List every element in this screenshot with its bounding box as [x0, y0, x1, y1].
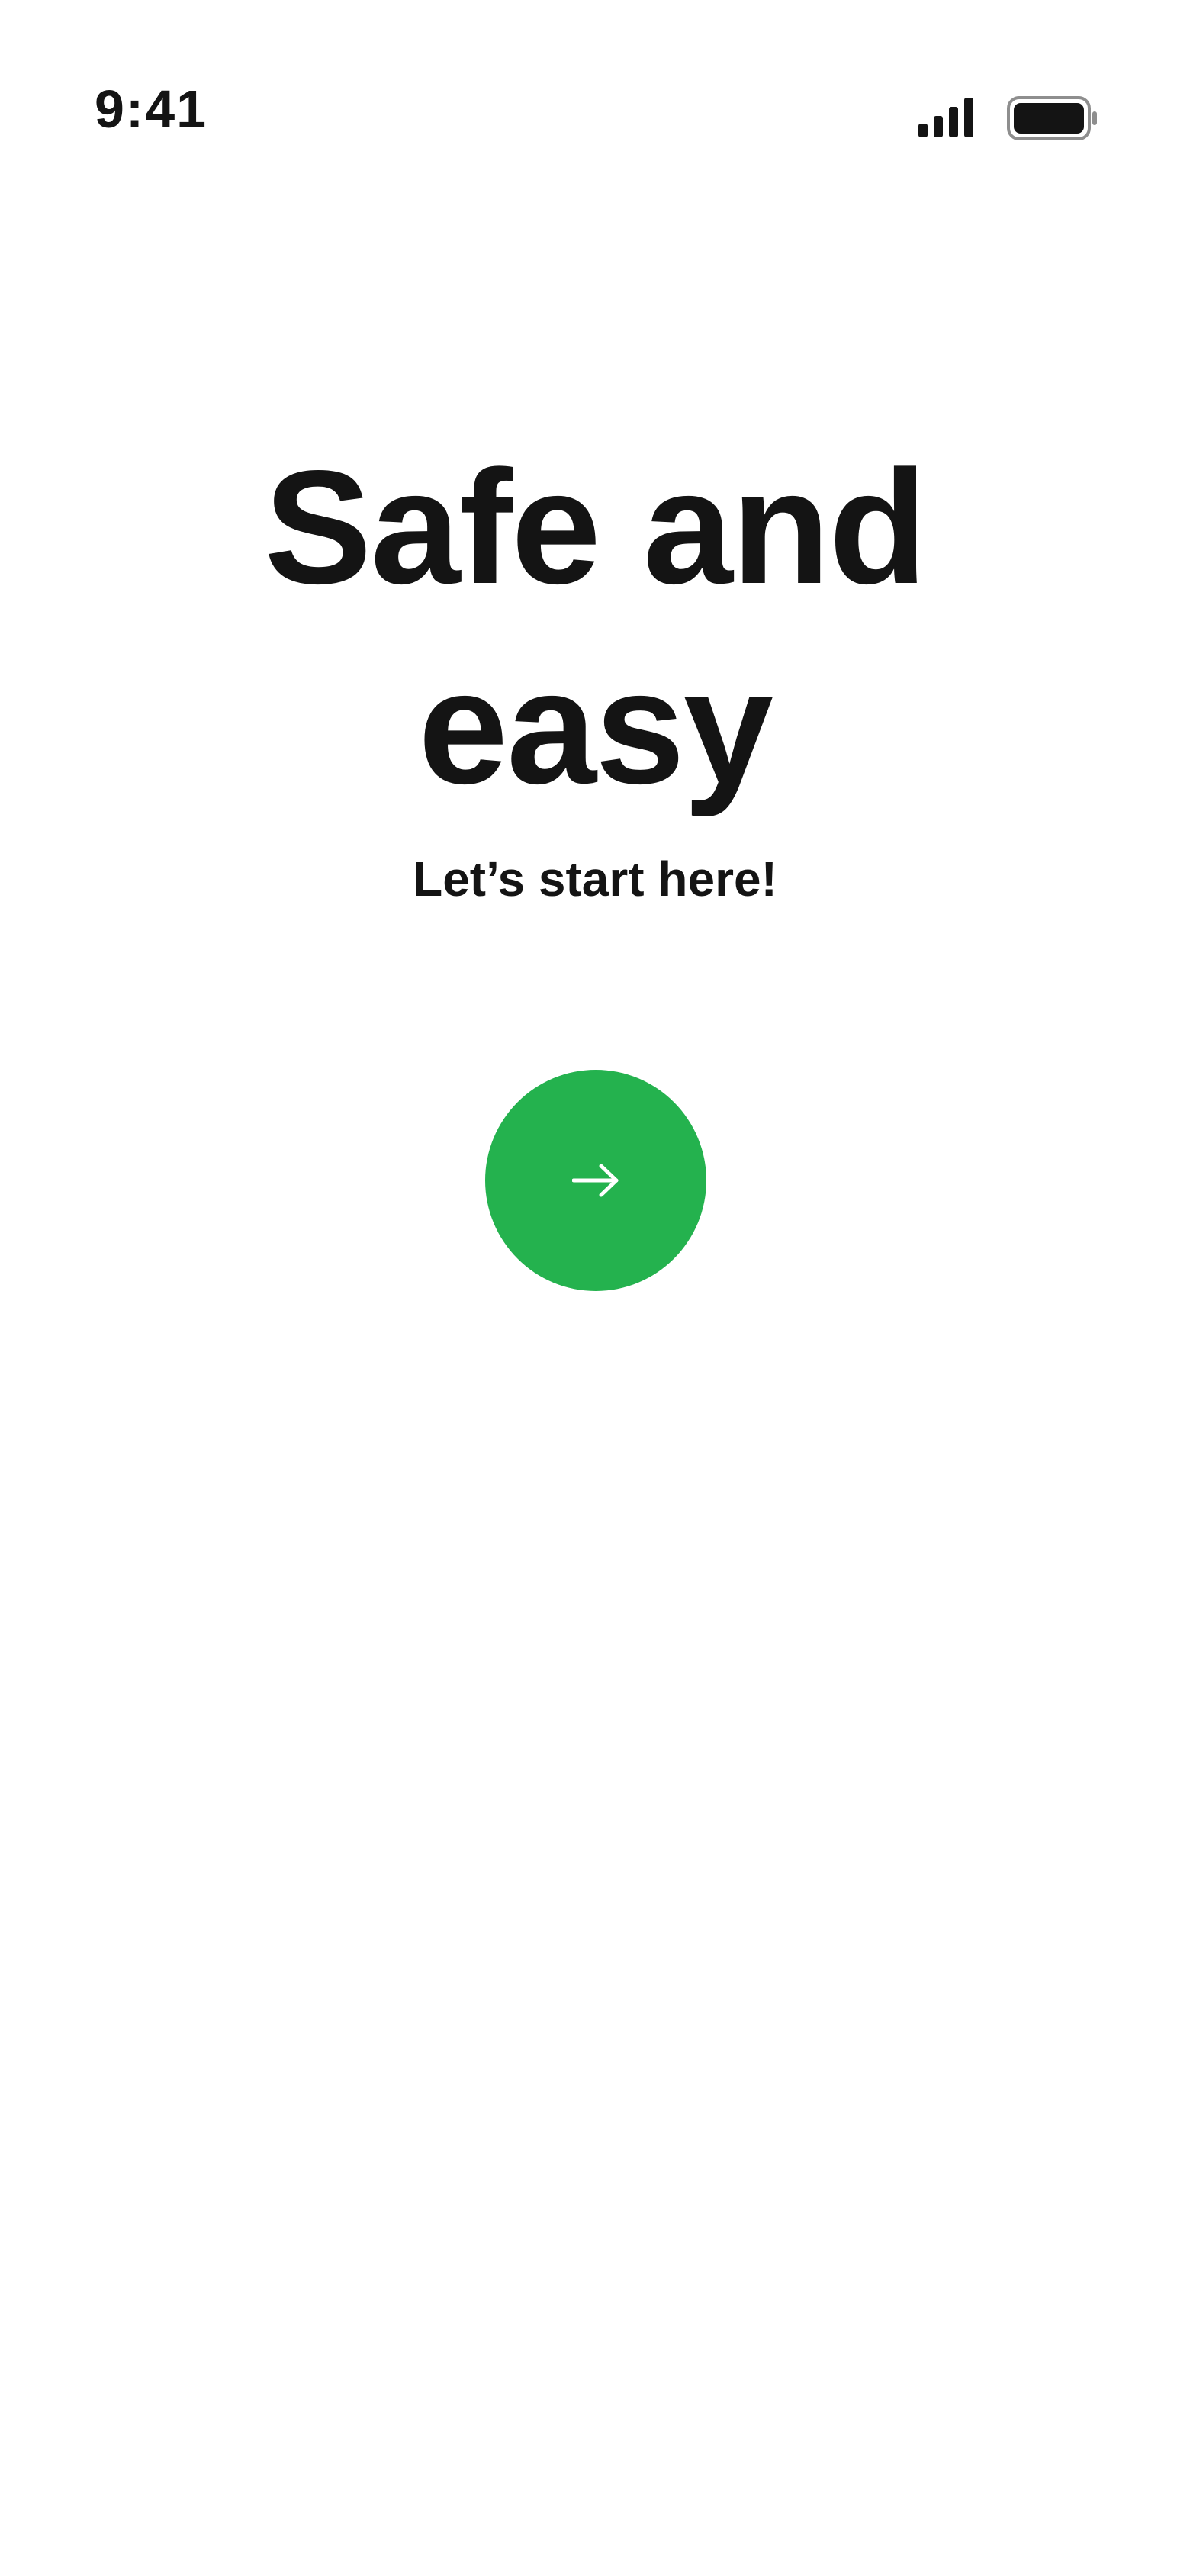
arrow-right-icon: [572, 1164, 619, 1197]
battery-full-icon: [1007, 96, 1097, 140]
status-bar: 9:41: [0, 0, 1190, 175]
headline-line-1: Safe and: [264, 436, 928, 617]
page-headline: Safe and easy: [0, 427, 1190, 827]
page-subtitle: Let’s start here!: [413, 852, 777, 906]
status-time: 9:41: [95, 79, 208, 139]
headline-line-2: easy: [418, 636, 774, 817]
next-button[interactable]: [485, 1070, 706, 1291]
cellular-signal-icon: [918, 98, 973, 137]
